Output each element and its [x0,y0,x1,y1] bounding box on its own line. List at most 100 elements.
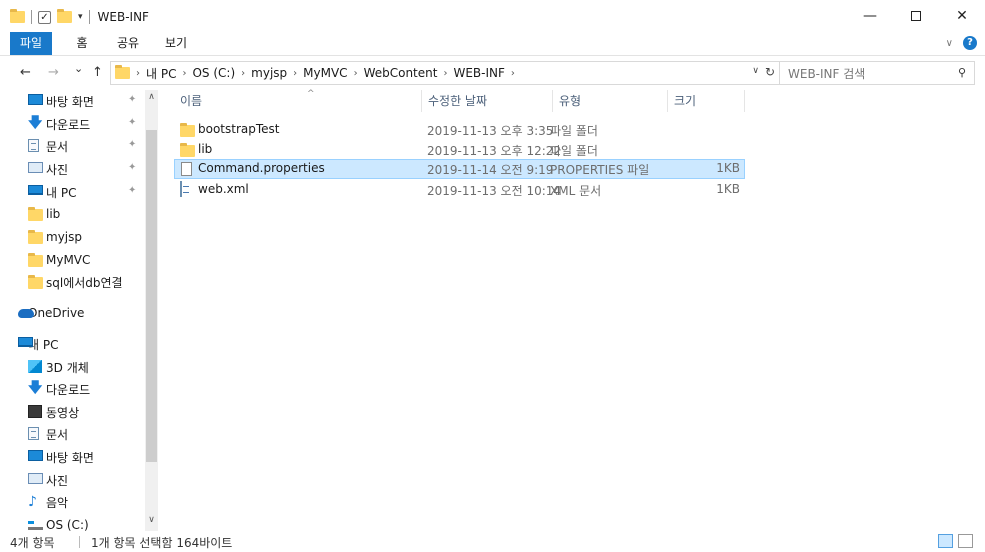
file-row-selected[interactable]: Command.properties 2019-11-14 오전 9:19 PR… [174,159,745,179]
file-row[interactable]: web.xml 2019-11-13 오전 10:14 XML 문서 1KB [174,180,745,200]
nav-item-this-pc-pinned[interactable]: 내 PC ✦ [0,181,145,203]
breadcrumb-web-inf[interactable]: WEB-INF [453,66,504,80]
file-name: bootstrapTest [198,122,280,136]
this-pc-icon [28,185,43,195]
nav-item-myjsp[interactable]: myjsp [0,226,145,248]
nav-label: OneDrive [28,306,85,320]
drive-icon [28,521,43,530]
nav-item-lib[interactable]: lib [0,203,145,225]
column-header-type[interactable]: 유형 [553,90,668,112]
recent-locations-button[interactable]: ⌄ [74,62,83,75]
item-count: 4개 항목 [10,536,55,550]
back-button[interactable]: ← [20,65,31,80]
tab-home[interactable]: 홈 [68,32,96,55]
breadcrumb-this-pc[interactable]: 내 PC [146,65,176,82]
file-icon [181,162,192,176]
maximize-button[interactable] [893,0,939,32]
3d-objects-icon [28,360,42,373]
desktop-icon [28,94,43,105]
download-icon: 🡇 [28,380,43,396]
search-input[interactable]: WEB-INF 검색 ⚲ [780,61,975,85]
nav-item-3d-objects[interactable]: 3D 개체 [0,356,145,378]
file-type: XML 문서 [550,184,602,198]
breadcrumb-separator[interactable]: › [511,68,515,79]
nav-item-desktop-pc[interactable]: 바탕 화면 [0,446,145,468]
file-name: web.xml [198,182,249,196]
quick-access-toolbar: ✓ ▾ WEB-INF [10,8,155,26]
tab-view[interactable]: 보기 [160,32,192,55]
nav-label: 3D 개체 [46,360,89,375]
breadcrumb-separator[interactable]: › [182,68,186,79]
nav-item-mymvc[interactable]: MyMVC [0,249,145,271]
properties-check-icon[interactable]: ✓ [38,10,51,24]
file-size: 1KB [716,182,740,196]
nav-item-videos[interactable]: 동영상 [0,401,145,423]
tab-file[interactable]: 파일 [10,32,52,55]
scroll-down-icon[interactable]: ∨ [145,515,158,525]
file-type: 파일 폴더 [550,144,598,158]
nav-item-this-pc[interactable]: 내 PC [0,333,145,355]
new-folder-icon[interactable] [57,9,72,23]
scrollbar-thumb[interactable] [146,130,157,462]
breadcrumb-mymvc[interactable]: MyMVC [303,66,347,80]
videos-icon [28,405,42,418]
nav-scrollbar[interactable]: ∧ ∨ [145,90,158,531]
file-name: lib [198,142,213,156]
file-name: Command.properties [198,161,325,175]
column-header-size[interactable]: 크기 [668,90,745,112]
nav-item-documents-pc[interactable]: 문서 [0,423,145,445]
ribbon-right-controls: ∨ ? [946,36,977,50]
breadcrumb-os-c[interactable]: OS (C:) [192,66,235,80]
pictures-icon [28,473,43,484]
address-dropdown-icon[interactable]: ∨ [752,66,759,76]
nav-item-downloads-pc[interactable]: 🡇 다운로드 [0,378,145,400]
nav-item-music[interactable]: ♪ 음악 [0,491,145,513]
details-view-icon[interactable] [938,534,953,548]
column-header-name[interactable]: 이름 ^ [174,89,422,112]
file-date: 2019-11-13 오후 3:35 [427,124,554,138]
nav-item-downloads[interactable]: 🡇 다운로드 ✦ [0,113,145,135]
help-icon[interactable]: ? [963,36,977,50]
pin-icon: ✦ [128,139,137,150]
nav-item-pictures[interactable]: 사진 ✦ [0,158,145,180]
up-button[interactable]: ↑ [92,65,103,80]
file-row[interactable]: bootstrapTest 2019-11-13 오후 3:35 파일 폴더 [174,120,745,140]
breadcrumb-separator[interactable]: › [354,68,358,79]
scroll-up-icon[interactable]: ∧ [145,92,158,102]
qat-dropdown-icon[interactable]: ▾ [78,12,83,22]
column-header-date[interactable]: 수정한 날짜 [422,90,553,112]
breadcrumb-separator[interactable]: › [443,68,447,79]
minimize-button[interactable]: — [847,0,893,32]
desktop-icon [28,450,43,461]
file-date: 2019-11-13 오전 10:14 [427,184,562,198]
nav-item-onedrive[interactable]: OneDrive [0,302,145,324]
selection-info: 1개 항목 선택함 164바이트 [91,536,233,550]
breadcrumb-webcontent[interactable]: WebContent [364,66,438,80]
search-icon[interactable]: ⚲ [958,66,966,79]
forward-button[interactable]: → [48,65,59,80]
nav-label: 사진 [46,473,69,488]
breadcrumb-myjsp[interactable]: myjsp [251,66,287,80]
address-bar[interactable]: › 내 PC › OS (C:) › myjsp › MyMVC › WebCo… [110,61,780,85]
nav-item-sql-db[interactable]: sql에서db연결 [0,271,145,293]
navigation-pane: 바탕 화면 ✦ 🡇 다운로드 ✦ 문서 ✦ 사진 ✦ 내 PC ✦ lib my… [0,90,158,531]
file-row[interactable]: lib 2019-11-13 오후 12:22 파일 폴더 [174,140,745,160]
breadcrumb-separator[interactable]: › [293,68,297,79]
nav-label: 다운로드 [46,117,91,132]
folder-icon [28,230,43,244]
nav-item-desktop[interactable]: 바탕 화면 ✦ [0,90,145,112]
title-bar: ✓ ▾ WEB-INF — ✕ [0,0,985,32]
nav-label: lib [46,207,61,221]
large-icons-view-icon[interactable] [958,534,973,548]
expand-ribbon-icon[interactable]: ∨ [946,38,953,49]
breadcrumb-separator[interactable]: › [241,68,245,79]
tab-share[interactable]: 공유 [112,32,144,55]
nav-item-documents[interactable]: 문서 ✦ [0,135,145,157]
nav-label: 문서 [46,427,69,442]
folder-icon [180,123,195,137]
nav-item-pictures-pc[interactable]: 사진 [0,469,145,491]
nav-item-os-c[interactable]: OS (C:) [0,514,145,531]
status-divider [79,536,80,548]
close-button[interactable]: ✕ [939,0,985,32]
refresh-icon[interactable]: ↻ [765,65,775,79]
